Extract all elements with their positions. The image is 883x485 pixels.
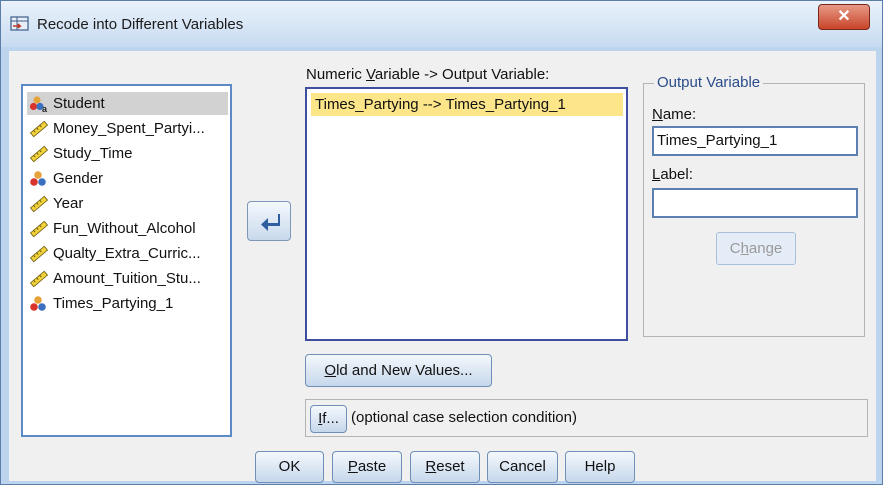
scale-ruler-icon [29, 145, 49, 163]
nominal-icon [30, 171, 46, 186]
variable-item-times-partying-1[interactable]: Times_Partying_1 [27, 292, 228, 315]
variable-item-student[interactable]: a Student [27, 92, 228, 115]
scale-ruler-icon [29, 220, 49, 238]
if-condition-row: If... (optional case selection condition… [305, 399, 868, 437]
window-title: Recode into Different Variables [37, 16, 244, 33]
if-condition-description: (optional case selection condition) [351, 409, 577, 426]
variable-label: Fun_Without_Alcohol [53, 220, 196, 237]
variable-label: Times_Partying_1 [53, 295, 174, 312]
if-button[interactable]: If... [310, 405, 347, 433]
name-label: Name: [652, 106, 697, 123]
mapping-item[interactable]: Times_Partying --> Times_Partying_1 [311, 93, 623, 116]
variable-label: Study_Time [53, 145, 133, 162]
output-variable-group: Output Variable Name: Times_Partying_1 L… [643, 74, 865, 337]
recode-app-icon [10, 16, 29, 31]
move-left-arrow-icon [261, 214, 280, 231]
variable-label: Money_Spent_Partyi... [53, 120, 205, 137]
output-variable-legend: Output Variable [654, 74, 764, 91]
scale-ruler-icon [29, 270, 49, 288]
variable-item-money-spent[interactable]: Money_Spent_Partyi... [27, 117, 228, 140]
paste-button[interactable]: Paste [332, 451, 402, 483]
old-and-new-values-button[interactable]: Old and New Values... [305, 354, 492, 387]
move-variable-button[interactable] [247, 201, 291, 241]
scale-ruler-icon [29, 245, 49, 263]
help-button[interactable]: Help [565, 451, 635, 483]
label-label: Label: [652, 166, 693, 183]
variable-item-year[interactable]: Year [27, 192, 228, 215]
name-input[interactable]: Times_Partying_1 [652, 126, 858, 156]
svg-text:a: a [42, 104, 48, 113]
variable-label: Qualty_Extra_Curric... [53, 245, 201, 262]
variable-label: Amount_Tuition_Stu... [53, 270, 201, 287]
ok-button[interactable]: OK [255, 451, 324, 483]
variable-label: Student [53, 95, 105, 112]
recode-dialog-window: Recode into Different Variables ✕ a Stud… [0, 0, 883, 485]
numeric-output-variable-list[interactable]: Times_Partying --> Times_Partying_1 [305, 87, 628, 341]
scale-ruler-icon [29, 120, 49, 138]
close-button[interactable]: ✕ [818, 4, 870, 30]
title-bar[interactable]: Recode into Different Variables ✕ [1, 1, 882, 47]
cancel-button[interactable]: Cancel [487, 451, 558, 483]
numeric-output-list-label: Numeric Variable -> Output Variable: [306, 66, 550, 83]
close-icon: ✕ [837, 8, 851, 25]
variable-item-gender[interactable]: Gender [27, 167, 228, 190]
variable-item-amount-tuition[interactable]: Amount_Tuition_Stu... [27, 267, 228, 290]
label-input[interactable] [652, 188, 858, 218]
source-variable-list[interactable]: a Student Money_Spent_Partyi... Study_Ti… [21, 84, 232, 437]
scale-ruler-icon [29, 195, 49, 213]
variable-item-study-time[interactable]: Study_Time [27, 142, 228, 165]
reset-button[interactable]: Reset [410, 451, 480, 483]
variable-item-fun-without-alcohol[interactable]: Fun_Without_Alcohol [27, 217, 228, 240]
nominal-string-icon: a [29, 96, 48, 113]
nominal-icon [30, 296, 46, 311]
dialog-body: a Student Money_Spent_Partyi... Study_Ti… [9, 51, 876, 483]
variable-label: Gender [53, 170, 104, 187]
variable-label: Year [53, 195, 84, 212]
variable-item-qualty-extra-curric[interactable]: Qualty_Extra_Curric... [27, 242, 228, 265]
change-button[interactable]: Change [716, 232, 796, 265]
